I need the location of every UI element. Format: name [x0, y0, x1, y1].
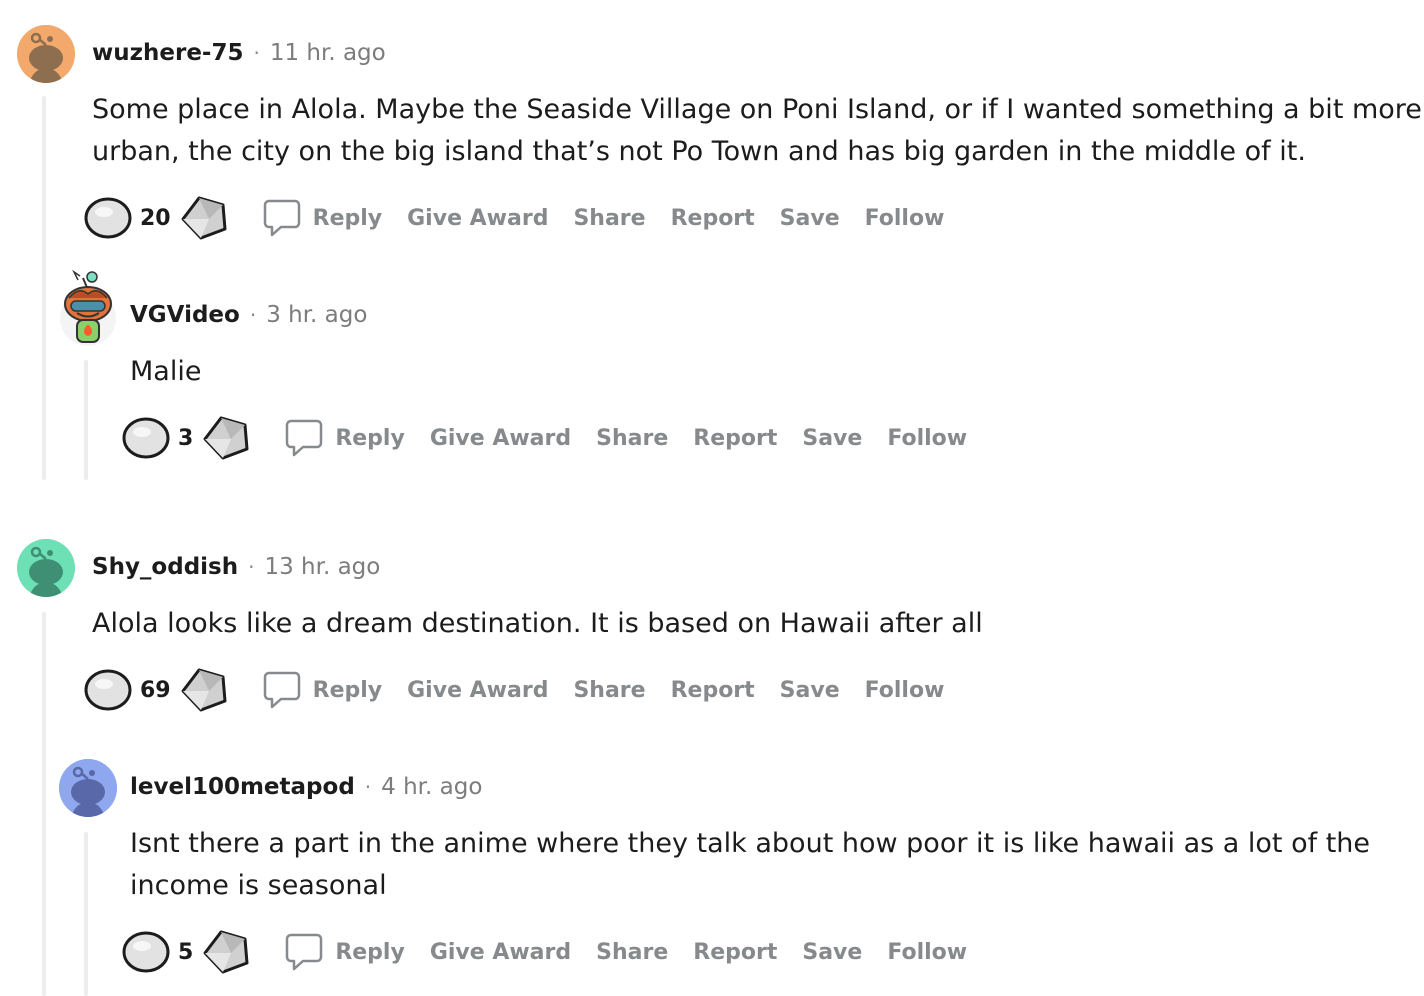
- reply-button[interactable]: Reply: [285, 418, 405, 458]
- upvote-button[interactable]: [84, 196, 132, 240]
- share-button[interactable]: Share: [596, 426, 668, 451]
- snoo-avatar-icon: [17, 25, 75, 83]
- avatar[interactable]: [59, 268, 117, 346]
- avatar[interactable]: [17, 25, 75, 83]
- reply-button[interactable]: Reply: [263, 670, 383, 710]
- save-button[interactable]: Save: [802, 940, 862, 965]
- comment-bubble-icon: [263, 671, 300, 709]
- downvote-icon: [203, 930, 249, 974]
- report-button[interactable]: Report: [671, 206, 755, 231]
- share-button[interactable]: Share: [573, 206, 645, 231]
- upvote-button[interactable]: [84, 668, 132, 712]
- give-award-button[interactable]: Give Award: [430, 426, 571, 451]
- reply-label: Reply: [312, 677, 383, 703]
- meta-separator: ·: [248, 555, 255, 579]
- give-award-button[interactable]: Give Award: [407, 678, 548, 703]
- give-award-button[interactable]: Give Award: [407, 206, 548, 231]
- downvote-icon: [181, 668, 227, 712]
- reply-button[interactable]: Reply: [285, 932, 405, 972]
- downvote-icon: [203, 416, 249, 460]
- comment-line: Alola looks like a dream destination. It…: [92, 608, 983, 639]
- comment-actions: 20 Reply Give Award Share Report Save Fo…: [84, 193, 969, 243]
- share-button[interactable]: Share: [596, 940, 668, 965]
- comment-actions: 69 Reply Give Award Share Report Save Fo…: [84, 665, 969, 715]
- comment-line: Isnt there a part in the anime where the…: [130, 828, 1371, 859]
- vote-score: 20: [140, 205, 171, 231]
- save-button[interactable]: Save: [780, 678, 840, 703]
- username[interactable]: VGVideo: [130, 302, 240, 328]
- comment-bubble-icon: [286, 419, 323, 457]
- timestamp[interactable]: 11 hr. ago: [270, 40, 386, 66]
- comment-actions: 5 Reply Give Award Share Report Save Fol…: [122, 927, 992, 977]
- meta-separator: ·: [249, 303, 257, 327]
- downvote-button[interactable]: [201, 415, 251, 461]
- avatar[interactable]: [17, 539, 75, 597]
- follow-button[interactable]: Follow: [887, 940, 967, 965]
- report-button[interactable]: Report: [693, 940, 777, 965]
- snoo-avatar-icon: [59, 759, 117, 817]
- save-button[interactable]: Save: [780, 206, 840, 231]
- avatar[interactable]: [59, 759, 117, 817]
- comment-line: Malie: [130, 356, 202, 387]
- upvote-icon: [84, 197, 132, 239]
- comment-body: Alola looks like a dream destination. It…: [92, 603, 983, 645]
- comment-body: Isnt there a part in the anime where the…: [130, 823, 1370, 907]
- comment-bubble-icon: [286, 933, 323, 971]
- follow-button[interactable]: Follow: [865, 678, 945, 703]
- username[interactable]: Shy_oddish: [92, 554, 238, 580]
- comment-line: urban, the city on the big island that’s…: [92, 136, 1306, 167]
- vote-score: 3: [178, 425, 194, 451]
- thread-line-shy-oddish[interactable]: [42, 612, 46, 996]
- downvote-icon: [181, 196, 227, 240]
- comment-line: income is seasonal: [130, 870, 387, 901]
- thread-line-wuzhere[interactable]: [42, 96, 46, 480]
- comment-body: Some place in Alola. Maybe the Seaside V…: [92, 89, 1422, 173]
- username[interactable]: wuzhere-75: [92, 40, 243, 66]
- vote-score: 5: [178, 939, 194, 965]
- downvote-button[interactable]: [179, 667, 229, 713]
- follow-button[interactable]: Follow: [865, 206, 945, 231]
- snoo-avatar-icon: [17, 539, 75, 597]
- reply-button[interactable]: Reply: [263, 198, 383, 238]
- save-button[interactable]: Save: [802, 426, 862, 451]
- comment-bubble-icon: [263, 199, 300, 237]
- meta-separator: ·: [253, 41, 260, 65]
- report-button[interactable]: Report: [693, 426, 777, 451]
- comment-line: Some place in Alola. Maybe the Seaside V…: [92, 94, 1422, 125]
- reply-label: Reply: [312, 205, 383, 231]
- timestamp[interactable]: 4 hr. ago: [381, 774, 482, 800]
- meta-separator: ·: [364, 775, 372, 799]
- comment-actions: 3 Reply Give Award Share Report Save Fol…: [122, 413, 992, 463]
- give-award-button[interactable]: Give Award: [430, 940, 571, 965]
- comment-body: Malie: [130, 351, 201, 393]
- timestamp[interactable]: 3 hr. ago: [266, 302, 367, 328]
- thread-line-vgvideo[interactable]: [84, 360, 88, 480]
- follow-button[interactable]: Follow: [887, 426, 967, 451]
- reply-label: Reply: [335, 425, 405, 451]
- thread-line-level100[interactable]: [84, 832, 88, 996]
- vote-score: 69: [140, 677, 171, 703]
- report-button[interactable]: Report: [671, 678, 755, 703]
- upvote-icon: [122, 417, 170, 459]
- upvote-button[interactable]: [122, 930, 170, 974]
- downvote-button[interactable]: [179, 195, 229, 241]
- upvote-button[interactable]: [122, 416, 170, 460]
- upvote-icon: [122, 931, 170, 973]
- reply-label: Reply: [335, 939, 405, 965]
- share-button[interactable]: Share: [573, 678, 645, 703]
- upvote-icon: [84, 669, 132, 711]
- timestamp[interactable]: 13 hr. ago: [264, 554, 380, 580]
- custom-snoo-avatar-icon: [60, 269, 116, 346]
- username[interactable]: level100metapod: [130, 774, 355, 800]
- downvote-button[interactable]: [201, 929, 251, 975]
